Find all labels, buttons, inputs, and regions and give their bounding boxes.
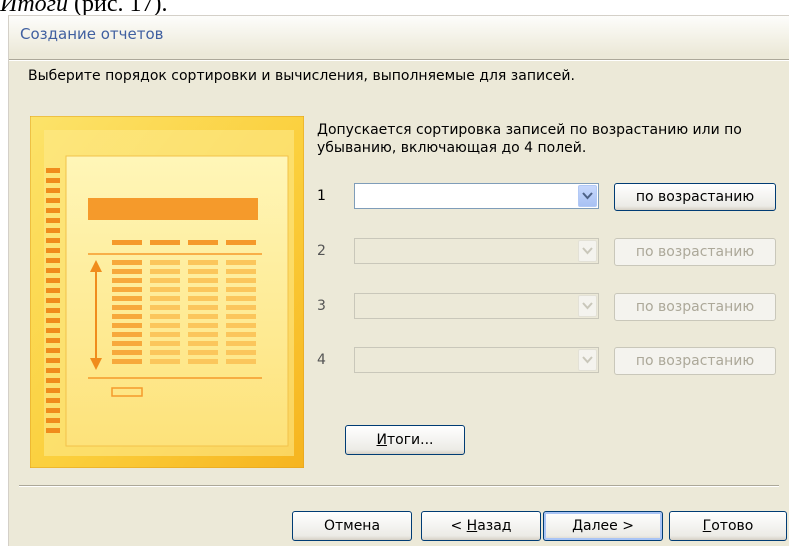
back-accel: Н [466,518,478,534]
sort-row-number: 2 [317,243,326,259]
report-wizard-dialog: Создание отчетов Выберите порядок сортир… [8,15,789,546]
finish-label: отово [711,518,754,534]
chevron-down-icon[interactable] [578,240,597,262]
sort-order-3-button[interactable]: по возрастанию [614,293,776,321]
totals-label: тоги... [386,432,434,448]
sort-row-3: 3 по возрастанию [9,292,789,326]
bottom-divider [19,485,779,487]
totals-accel: И [376,432,387,448]
top-divider [9,59,789,61]
sort-field-4-combobox[interactable] [354,347,599,373]
sort-row-2: 2 по возрастанию [9,237,789,271]
sort-order-1-button[interactable]: по возрастанию [614,183,776,211]
dialog-title: Создание отчетов [20,25,164,43]
sort-row-number: 4 [317,352,326,368]
next-accel: Д [572,518,583,534]
dialog-titlebar: Создание отчетов [9,16,789,54]
sort-order-2-button[interactable]: по возрастанию [614,238,776,266]
sort-order-4-button[interactable]: по возрастанию [614,347,776,375]
sort-row-number: 3 [317,298,326,314]
sort-field-2-combobox[interactable] [354,238,599,264]
finish-accel: Г [702,518,712,534]
summary-options-button[interactable]: Итоги... [345,425,465,455]
chevron-down-icon[interactable] [578,349,597,371]
chevron-down-icon[interactable] [578,295,597,317]
chevron-down-icon[interactable] [578,185,597,207]
finish-button[interactable]: Готово [669,511,787,541]
sorting-hint: Допускается сортировка записей по возрас… [317,122,742,156]
back-button[interactable]: < Назад [421,511,541,541]
instruction-text: Выберите порядок сортировки и вычисления… [28,68,575,84]
next-button[interactable]: Далее > [543,511,663,541]
sort-field-3-combobox[interactable] [354,293,599,319]
sort-field-1-combobox[interactable] [354,183,599,209]
cancel-button[interactable]: Отмена [292,511,412,541]
sort-row-4: 4 по возрастанию [9,346,789,380]
sort-row-number: 1 [317,188,326,204]
sort-row-1: 1 по возрастанию [9,182,789,216]
back-label: азад [477,518,512,534]
back-prefix: < [450,518,467,534]
next-label: алее > [583,518,634,534]
